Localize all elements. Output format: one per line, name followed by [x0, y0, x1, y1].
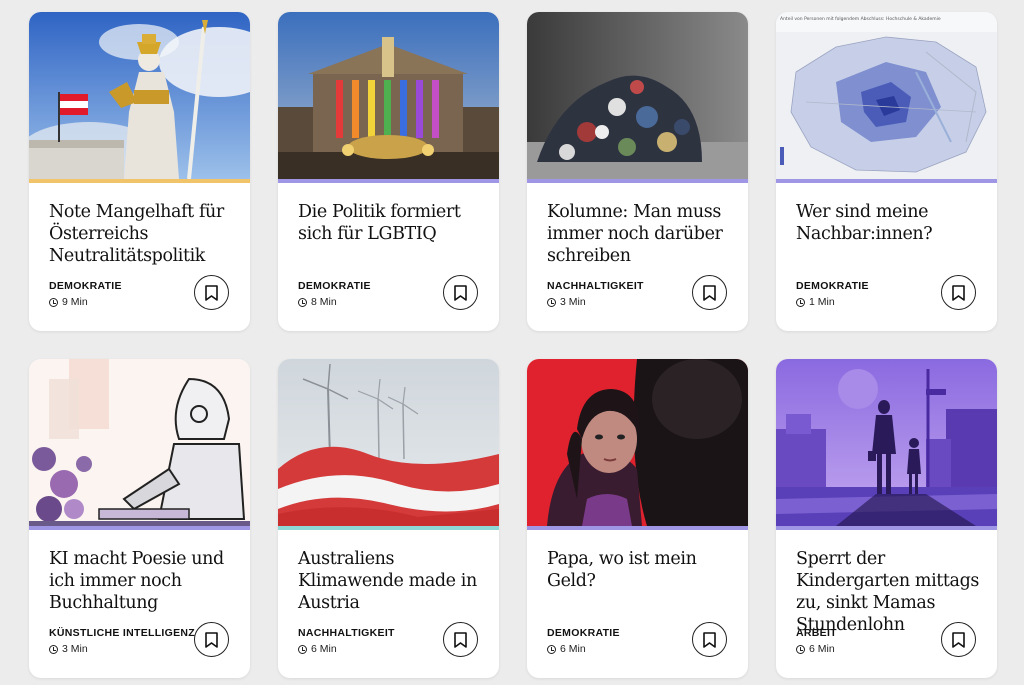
wind-turbines-flag-image[interactable] — [278, 359, 499, 526]
read-time: 6 Min — [547, 643, 586, 655]
clock-icon — [796, 644, 805, 654]
article-title[interactable]: Australiens Klimawende made in Austria — [298, 548, 488, 614]
article-category[interactable]: NACHHALTIGKEIT — [298, 627, 395, 639]
article-category[interactable]: DEMOKRATIE — [49, 280, 122, 292]
athena-statue-image[interactable] — [29, 12, 250, 179]
read-time-label: 6 Min — [809, 643, 835, 655]
bookmark-icon — [205, 631, 218, 648]
read-time-label: 6 Min — [311, 643, 337, 655]
bookmark-icon — [703, 284, 716, 301]
bookmark-button[interactable] — [194, 622, 229, 657]
card-accent-bar — [527, 179, 748, 183]
clothes-pile-image[interactable] — [527, 12, 748, 179]
bookmark-icon — [454, 631, 467, 648]
clock-icon — [49, 644, 58, 654]
read-time: 6 Min — [796, 643, 835, 655]
bookmark-icon — [205, 284, 218, 301]
clock-icon — [796, 297, 805, 307]
read-time: 1 Min — [796, 296, 835, 308]
article-category[interactable]: DEMOKRATIE — [796, 280, 869, 292]
bookmark-button[interactable] — [194, 275, 229, 310]
bookmark-icon — [952, 631, 965, 648]
article-title[interactable]: Die Politik formiert sich für LGBTIQ — [298, 201, 488, 245]
article-title[interactable]: Wer sind meine Nachbar:innen? — [796, 201, 986, 245]
read-time-label: 6 Min — [560, 643, 586, 655]
read-time-label: 9 Min — [62, 296, 88, 308]
card-accent-bar — [29, 526, 250, 530]
read-time-label: 3 Min — [62, 643, 88, 655]
article-card[interactable]: Australiens Klimawende made in Austria N… — [278, 359, 499, 678]
article-title[interactable]: Kolumne: Man muss immer noch darüber sch… — [547, 201, 737, 267]
bookmark-button[interactable] — [941, 622, 976, 657]
article-card[interactable]: Anteil von Personen mit folgendem Abschl… — [776, 12, 997, 331]
article-category[interactable]: DEMOKRATIE — [298, 280, 371, 292]
bookmark-button[interactable] — [692, 275, 727, 310]
card-accent-bar — [527, 526, 748, 530]
article-category[interactable]: DEMOKRATIE — [547, 627, 620, 639]
article-card[interactable]: Note Mangelhaft für Österreichs Neutrali… — [29, 12, 250, 331]
bookmark-icon — [952, 284, 965, 301]
article-title[interactable]: Papa, wo ist mein Geld? — [547, 548, 737, 592]
article-category[interactable]: NACHHALTIGKEIT — [547, 280, 644, 292]
article-card[interactable]: Kolumne: Man muss immer noch darüber sch… — [527, 12, 748, 331]
bookmark-icon — [703, 631, 716, 648]
read-time: 9 Min — [49, 296, 88, 308]
article-category[interactable]: ARBEIT — [796, 627, 837, 639]
clock-icon — [49, 297, 58, 307]
read-time: 3 Min — [49, 643, 88, 655]
read-time: 3 Min — [547, 296, 586, 308]
card-accent-bar — [278, 179, 499, 183]
card-accent-bar — [29, 179, 250, 183]
clock-icon — [547, 644, 556, 654]
card-accent-bar — [278, 526, 499, 530]
read-time: 8 Min — [298, 296, 337, 308]
read-time-label: 1 Min — [809, 296, 835, 308]
bookmark-button[interactable] — [692, 622, 727, 657]
card-accent-bar — [776, 526, 997, 530]
bookmark-button[interactable] — [443, 622, 478, 657]
clock-icon — [298, 644, 307, 654]
bookmark-button[interactable] — [443, 275, 478, 310]
article-title[interactable]: KI macht Poesie und ich immer noch Buchh… — [49, 548, 239, 614]
article-card[interactable]: Papa, wo ist mein Geld? DEMOKRATIE 6 Min — [527, 359, 748, 678]
clock-icon — [298, 297, 307, 307]
read-time-label: 8 Min — [311, 296, 337, 308]
article-card[interactable]: KI macht Poesie und ich immer noch Buchh… — [29, 359, 250, 678]
bookmark-button[interactable] — [941, 275, 976, 310]
mother-child-street-image[interactable] — [776, 359, 997, 526]
robot-writing-image[interactable] — [29, 359, 250, 526]
map-caption: Anteil von Personen mit folgendem Abschl… — [780, 16, 941, 22]
girl-father-image[interactable] — [527, 359, 748, 526]
article-category[interactable]: KÜNSTLICHE INTELLIGENZ — [49, 627, 195, 639]
article-card[interactable]: Sperrt der Kindergarten mittags zu, sink… — [776, 359, 997, 678]
read-time: 6 Min — [298, 643, 337, 655]
article-card[interactable]: Die Politik formiert sich für LGBTIQ DEM… — [278, 12, 499, 331]
clock-icon — [547, 297, 556, 307]
parliament-rainbow-image[interactable] — [278, 12, 499, 179]
article-grid: Note Mangelhaft für Österreichs Neutrali… — [0, 0, 1024, 685]
article-title[interactable]: Note Mangelhaft für Österreichs Neutrali… — [49, 201, 239, 267]
bookmark-icon — [454, 284, 467, 301]
read-time-label: 3 Min — [560, 296, 586, 308]
card-accent-bar — [776, 179, 997, 183]
vienna-map-image[interactable]: Anteil von Personen mit folgendem Abschl… — [776, 12, 997, 179]
